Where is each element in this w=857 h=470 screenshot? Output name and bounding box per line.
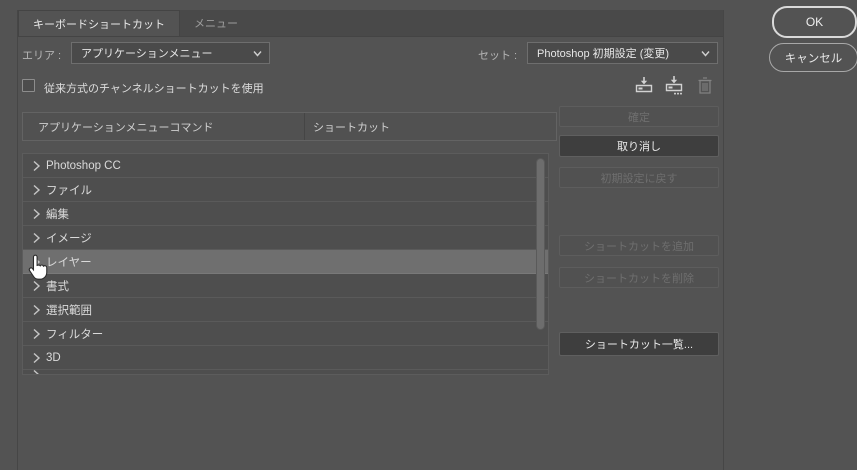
ok-button-label: OK	[806, 15, 823, 29]
chevron-right-icon[interactable]	[32, 208, 46, 220]
list-item[interactable]: 編集	[23, 202, 548, 226]
list-item-label: 書式	[46, 278, 69, 294]
chevron-down-icon	[253, 50, 262, 57]
list-item-partial[interactable]	[23, 370, 548, 375]
save-set-icon	[634, 76, 654, 95]
set-label: セット :	[478, 47, 517, 63]
dialog-tab-bar: キーボードショートカット メニュー	[18, 10, 723, 37]
scrollbar-thumb[interactable]	[536, 158, 545, 330]
scrollbar[interactable]	[535, 156, 546, 372]
tab-keyboard-shortcuts[interactable]: キーボードショートカット	[18, 10, 180, 36]
add-shortcut-button-label: ショートカットを追加	[584, 238, 694, 254]
save-set-as-button[interactable]	[663, 74, 685, 96]
area-select[interactable]: アプリケーションメニュー	[71, 42, 270, 64]
delete-set-button	[694, 74, 716, 96]
chevron-right-icon[interactable]	[32, 160, 46, 172]
legacy-channel-shortcuts-label: 従来方式のチャンネルショートカットを使用	[44, 80, 264, 96]
list-item[interactable]: 書式	[23, 274, 548, 298]
delete-shortcut-button: ショートカットを削除	[559, 267, 719, 288]
set-select[interactable]: Photoshop 初期設定 (変更)	[527, 42, 718, 64]
save-set-as-icon	[664, 75, 684, 96]
list-item[interactable]: Photoshop CC	[23, 154, 548, 178]
chevron-right-icon[interactable]	[32, 256, 46, 268]
tab-label: メニュー	[194, 15, 238, 31]
chevron-right-icon[interactable]	[32, 328, 46, 340]
command-list[interactable]: Photoshop CC ファイル編集イメージレイヤー書式選択範囲フィルター 3D	[22, 153, 549, 375]
header-shortcut: ショートカット	[305, 119, 390, 135]
use-default-button-label: 初期設定に戻す	[601, 170, 678, 186]
list-item[interactable]: ファイル	[23, 178, 548, 202]
ok-button[interactable]: OK	[772, 6, 857, 38]
shortcut-summary-button[interactable]: ショートカット一覧...	[559, 332, 719, 356]
chevron-right-icon	[32, 370, 46, 375]
chevron-right-icon[interactable]	[32, 352, 46, 364]
command-table-header: アプリケーションメニューコマンド ショートカット	[22, 112, 557, 141]
list-item-label: 3D	[46, 352, 61, 364]
save-set-button[interactable]	[633, 74, 655, 96]
accept-button: 確定	[559, 106, 719, 127]
use-default-button: 初期設定に戻す	[559, 167, 719, 188]
chevron-right-icon[interactable]	[32, 232, 46, 244]
trash-icon	[697, 76, 713, 95]
frame-left-edge	[17, 10, 18, 470]
chevron-down-icon	[701, 50, 710, 57]
list-item[interactable]: イメージ	[23, 226, 548, 250]
chevron-right-icon[interactable]	[32, 280, 46, 292]
tab-menus[interactable]: メニュー	[180, 10, 252, 36]
list-item-label: 選択範囲	[46, 302, 92, 318]
add-shortcut-button: ショートカットを追加	[559, 235, 719, 256]
accept-button-label: 確定	[628, 109, 650, 125]
list-item[interactable]: フィルター	[23, 322, 548, 346]
set-select-value: Photoshop 初期設定 (変更)	[537, 45, 669, 61]
header-commands: アプリケーションメニューコマンド	[23, 119, 304, 135]
delete-shortcut-button-label: ショートカットを削除	[584, 270, 694, 286]
shortcut-summary-button-label: ショートカット一覧...	[585, 336, 693, 352]
undo-button[interactable]: 取り消し	[559, 135, 719, 157]
list-item[interactable]: レイヤー	[23, 250, 548, 274]
cancel-button[interactable]: キャンセル	[769, 43, 857, 72]
command-rows: Photoshop CC ファイル編集イメージレイヤー書式選択範囲フィルター 3D	[23, 154, 548, 375]
undo-button-label: 取り消し	[617, 138, 661, 154]
list-item-label: Photoshop CC	[46, 160, 121, 172]
tab-label: キーボードショートカット	[33, 16, 165, 32]
chevron-right-icon[interactable]	[32, 184, 46, 196]
list-item-label: フィルター	[46, 326, 103, 342]
list-item[interactable]: 選択範囲	[23, 298, 548, 322]
area-select-value: アプリケーションメニュー	[81, 45, 212, 61]
list-item[interactable]: 3D	[23, 346, 548, 370]
legacy-channel-shortcuts-checkbox[interactable]	[22, 79, 35, 92]
list-item-label: レイヤー	[46, 254, 92, 270]
list-item-label: ファイル	[46, 182, 92, 198]
list-item-label: 編集	[46, 206, 69, 222]
cancel-button-label: キャンセル	[785, 50, 843, 66]
frame-right-edge	[723, 10, 724, 470]
chevron-right-icon[interactable]	[32, 304, 46, 316]
area-label: エリア :	[22, 47, 61, 63]
list-item-label: イメージ	[46, 230, 92, 246]
